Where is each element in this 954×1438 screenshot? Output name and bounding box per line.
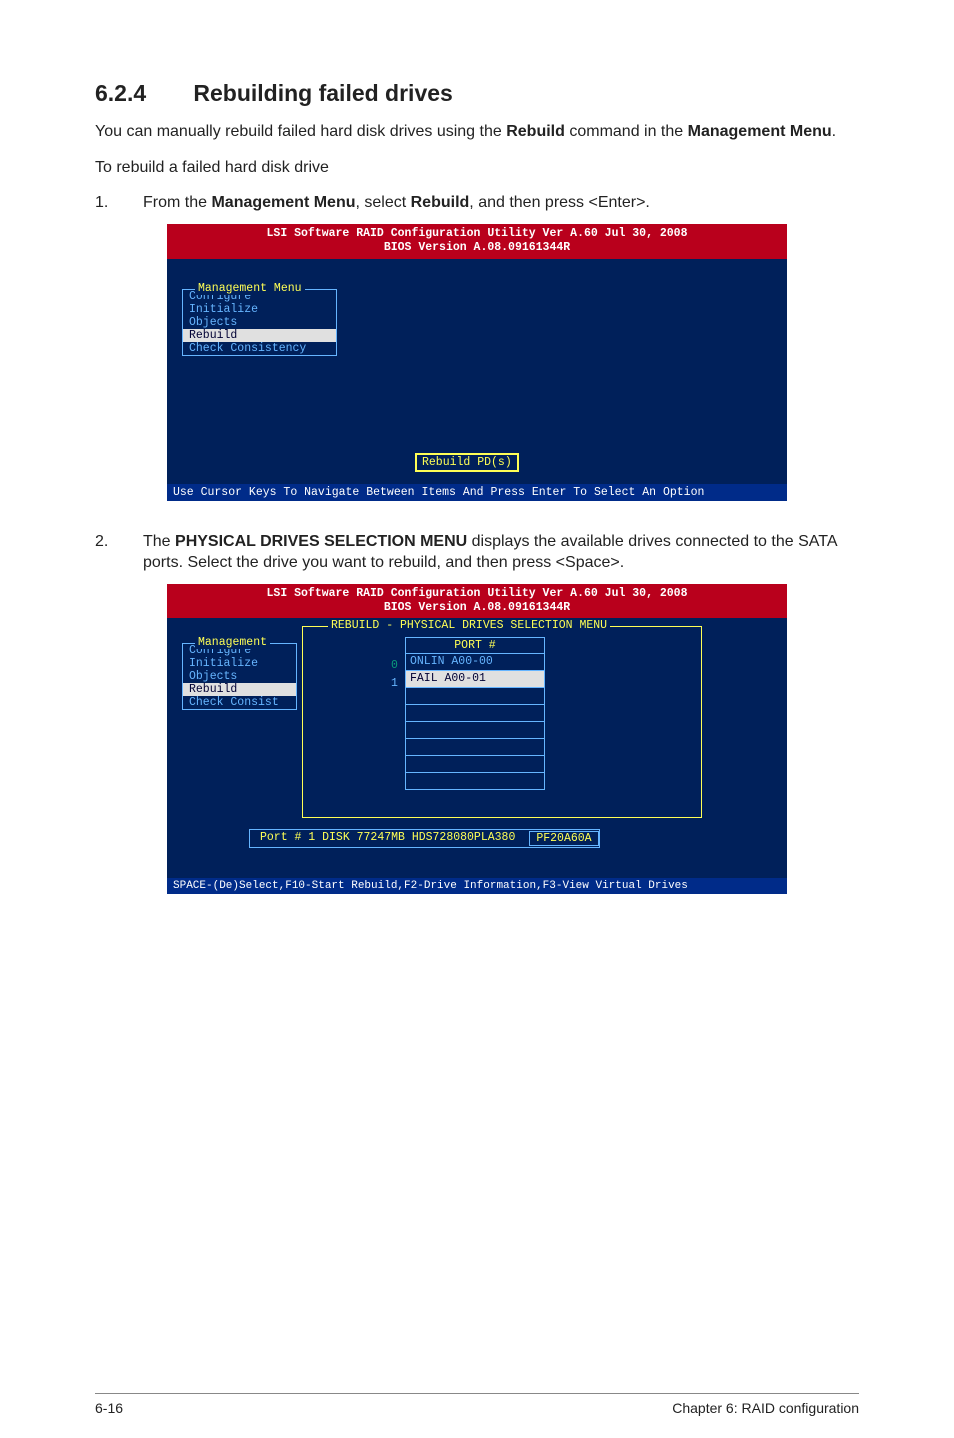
step-bold: Rebuild (411, 194, 470, 211)
step-text: , select (355, 194, 410, 211)
management-menu-title: Management Menu (195, 282, 305, 295)
port-index-1: 1 (391, 677, 398, 690)
step-bold: Management Menu (211, 194, 355, 211)
page-footer: 6-16 Chapter 6: RAID configuration (95, 1400, 859, 1416)
bios-header-line1: LSI Software RAID Configuration Utility … (167, 587, 787, 601)
menu-item-check-consistency[interactable]: Check Consistency (183, 342, 336, 355)
intro-rebuild: Rebuild (506, 123, 565, 140)
rebuild-pd-box: Rebuild PD(s) (415, 453, 519, 472)
section-heading: 6.2.4 Rebuilding failed drives (95, 80, 859, 107)
port-row-1[interactable]: FAIL A00-01 (406, 671, 544, 688)
menu-item-rebuild[interactable]: Rebuild (183, 683, 296, 696)
step-1: 1. From the Management Menu, select Rebu… (95, 192, 859, 214)
menu-item-initialize[interactable]: Initialize (183, 303, 336, 316)
step-2: 2. The PHYSICAL DRIVES SELECTION MENU di… (95, 531, 859, 574)
drive-info-main: Port # 1 DISK 77247MB HDS728080PLA380 (250, 831, 525, 846)
selection-menu-title: REBUILD - PHYSICAL DRIVES SELECTION MENU (328, 619, 610, 632)
step-text: From the (143, 194, 211, 211)
bios-header: LSI Software RAID Configuration Utility … (167, 584, 787, 619)
menu-item-initialize[interactable]: Initialize (183, 657, 296, 670)
management-menu[interactable]: Management Menu Configure Initialize Obj… (182, 289, 337, 356)
bios-header-line1: LSI Software RAID Configuration Utility … (167, 227, 787, 241)
port-index-0: 0 (391, 659, 398, 672)
port-row-empty[interactable] (406, 705, 544, 722)
intro-text: You can manually rebuild failed hard dis… (95, 123, 506, 140)
step-text: The (143, 533, 175, 550)
footer-rule (95, 1393, 859, 1394)
port-table: PORT # ONLIN A00-00 FAIL A00-01 (405, 637, 545, 790)
bios-screenshot-1: LSI Software RAID Configuration Utility … (167, 224, 787, 501)
intro-text: . (832, 123, 836, 140)
step-text: , and then press <Enter>. (469, 194, 650, 211)
bios-footer: SPACE-(De)Select,F10-Start Rebuild,F2-Dr… (167, 878, 787, 894)
bios-header: LSI Software RAID Configuration Utility … (167, 224, 787, 259)
drive-info-bar: Port # 1 DISK 77247MB HDS728080PLA380 PF… (249, 829, 600, 848)
step-number: 1. (95, 192, 113, 214)
bios-body: Management Menu Configure Initialize Obj… (167, 259, 787, 484)
port-row-0[interactable]: ONLIN A00-00 (406, 654, 544, 671)
bios-header-line2: BIOS Version A.08.09161344R (167, 601, 787, 615)
management-menu[interactable]: Management Configure Initialize Objects … (182, 643, 297, 710)
step-number: 2. (95, 531, 113, 574)
heading-number: 6.2.4 (95, 80, 187, 107)
bios-body: Management Configure Initialize Objects … (167, 618, 787, 878)
bios-header-line2: BIOS Version A.08.09161344R (167, 241, 787, 255)
port-header: PORT # (406, 638, 544, 654)
menu-item-objects[interactable]: Objects (183, 316, 336, 329)
port-row-empty[interactable] (406, 773, 544, 790)
intro-mgmt: Management Menu (688, 123, 832, 140)
physical-drives-selection-menu: REBUILD - PHYSICAL DRIVES SELECTION MENU… (302, 626, 702, 818)
port-row-empty[interactable] (406, 756, 544, 773)
heading-title: Rebuilding failed drives (193, 80, 452, 106)
menu-item-rebuild[interactable]: Rebuild (183, 329, 336, 342)
menu-item-check-consist[interactable]: Check Consist (183, 696, 296, 709)
management-menu-title: Management (195, 636, 270, 649)
port-row-empty[interactable] (406, 739, 544, 756)
step-body: The PHYSICAL DRIVES SELECTION MENU displ… (143, 531, 859, 574)
bios-screenshot-2: LSI Software RAID Configuration Utility … (167, 584, 787, 895)
bios-footer: Use Cursor Keys To Navigate Between Item… (167, 484, 787, 501)
intro-text: command in the (565, 123, 688, 140)
drive-info-code: PF20A60A (529, 831, 598, 846)
menu-item-objects[interactable]: Objects (183, 670, 296, 683)
page-chapter: Chapter 6: RAID configuration (672, 1400, 859, 1416)
page-number: 6-16 (95, 1400, 123, 1416)
intro-paragraph: You can manually rebuild failed hard dis… (95, 121, 859, 143)
port-row-empty[interactable] (406, 722, 544, 739)
step-body: From the Management Menu, select Rebuild… (143, 192, 859, 214)
step-bold: PHYSICAL DRIVES SELECTION MENU (175, 533, 467, 550)
port-row-empty[interactable] (406, 688, 544, 705)
sub-line: To rebuild a failed hard disk drive (95, 157, 859, 179)
